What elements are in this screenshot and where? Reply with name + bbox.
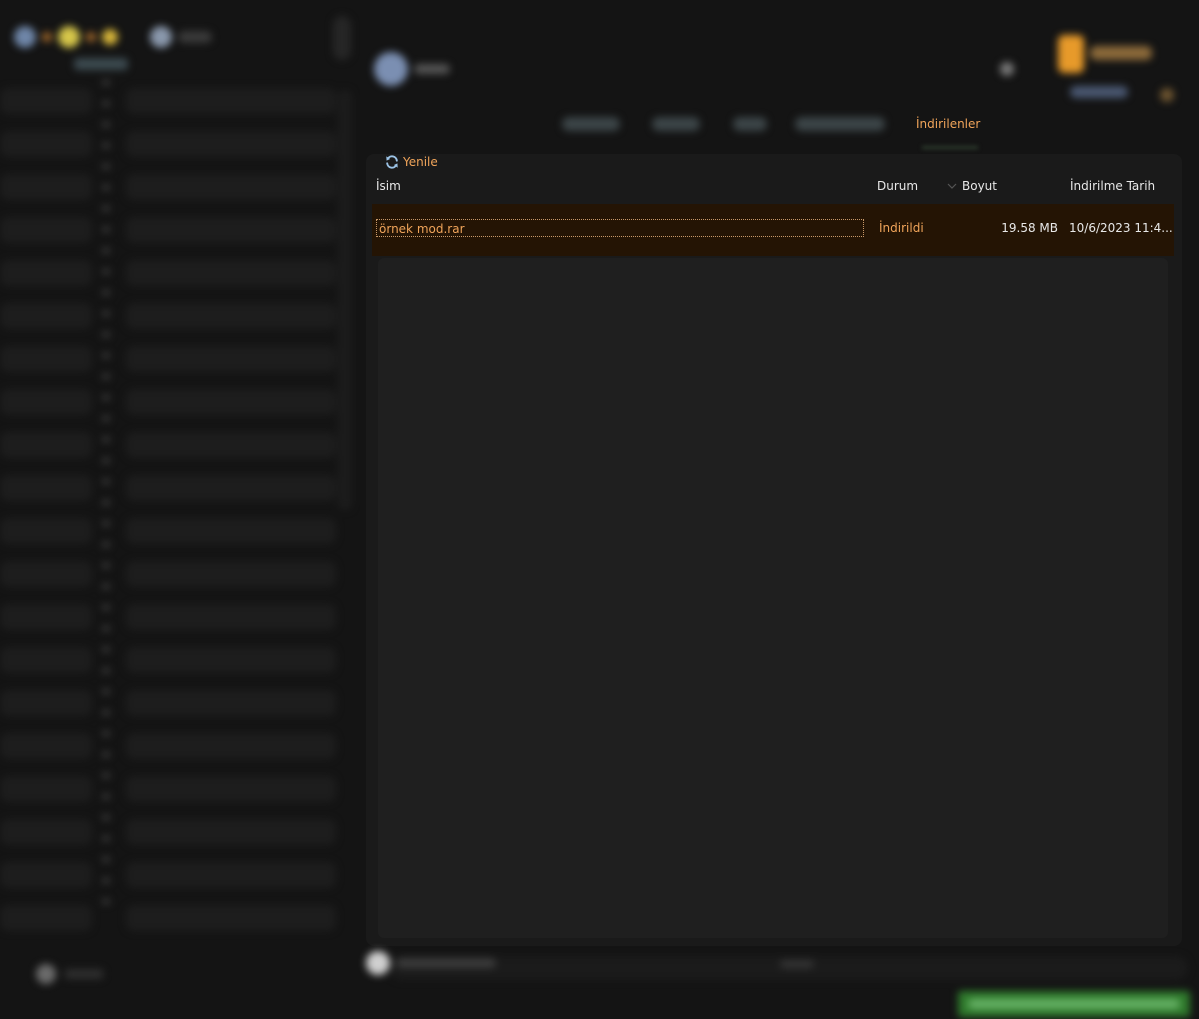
list-item[interactable]	[0, 725, 360, 768]
refresh-button[interactable]: Yenile	[385, 152, 438, 172]
list-item[interactable]	[0, 467, 360, 510]
toggle-icon[interactable]	[366, 951, 390, 975]
list-item[interactable]	[0, 252, 360, 295]
left-toolbar-icons[interactable]	[14, 22, 212, 52]
list-item[interactable]	[0, 424, 360, 467]
list-item[interactable]	[0, 596, 360, 639]
list-item[interactable]	[0, 295, 360, 338]
refresh-label: Yenile	[403, 155, 438, 169]
bottom-label	[396, 958, 496, 968]
list-item[interactable]	[0, 80, 360, 123]
add-icon[interactable]	[36, 964, 56, 984]
user-icon[interactable]	[150, 26, 172, 48]
profile-icon[interactable]	[14, 26, 36, 48]
list-item[interactable]	[0, 768, 360, 811]
avatar[interactable]	[374, 52, 408, 86]
flag-icon	[42, 32, 52, 42]
downloads-list-body	[378, 258, 1168, 938]
download-status: İndirildi	[879, 221, 924, 235]
left-panel	[0, 0, 360, 1019]
list-item[interactable]	[0, 209, 360, 252]
list-item[interactable]	[0, 682, 360, 725]
list-item[interactable]	[0, 510, 360, 553]
list-item[interactable]	[0, 123, 360, 166]
play-button-label[interactable]	[1090, 46, 1152, 60]
footer-label	[64, 969, 104, 979]
chevron-down-icon	[947, 183, 957, 189]
list-item[interactable]	[0, 338, 360, 381]
download-date: 10/6/2023 11:4...	[1069, 221, 1173, 235]
list-item[interactable]	[0, 381, 360, 424]
column-header-size[interactable]: Boyut	[962, 179, 997, 193]
column-header-status[interactable]: Durum	[877, 179, 918, 193]
tab-downloads[interactable]: İndirilenler	[906, 112, 990, 136]
mod-list	[0, 80, 360, 940]
list-item[interactable]	[0, 897, 360, 940]
secondary-link[interactable]	[1070, 86, 1128, 98]
username	[414, 64, 450, 74]
star-icon[interactable]	[58, 26, 80, 48]
list-item[interactable]	[0, 854, 360, 897]
list-item[interactable]	[0, 811, 360, 854]
scroll-handle[interactable]	[333, 16, 351, 60]
column-header-date[interactable]: İndirilme Tarih	[1070, 179, 1155, 193]
table-row[interactable]: örnek mod.rar İndirildi 19.58 MB 10/6/20…	[372, 204, 1174, 256]
tab-3[interactable]	[733, 117, 767, 131]
table-header: İsim Durum Boyut İndirilme Tarih	[372, 174, 1174, 200]
tab-1[interactable]	[562, 117, 620, 131]
column-header	[74, 58, 128, 70]
close-icon[interactable]	[1000, 62, 1014, 76]
list-item[interactable]	[0, 639, 360, 682]
left-footer[interactable]	[36, 964, 104, 984]
status-text	[968, 999, 1180, 1009]
index-column	[95, 80, 117, 960]
gear-icon[interactable]	[1160, 88, 1174, 102]
file-name[interactable]: örnek mod.rar	[376, 219, 864, 237]
active-tab-indicator	[922, 146, 978, 149]
bottom-mid-label	[780, 960, 814, 968]
tab-4[interactable]	[795, 117, 885, 131]
tab-2[interactable]	[652, 117, 700, 131]
downloads-table: İsim Durum Boyut İndirilme Tarih örnek m…	[372, 174, 1174, 256]
coin-icon[interactable]	[102, 29, 118, 45]
user-label	[178, 31, 212, 43]
list-item[interactable]	[0, 553, 360, 596]
column-header-name[interactable]: İsim	[376, 179, 401, 193]
play-icon[interactable]	[1058, 35, 1084, 73]
file-size: 19.58 MB	[1001, 221, 1058, 235]
list-item[interactable]	[0, 166, 360, 209]
refresh-icon	[386, 155, 398, 169]
flag-icon	[86, 32, 96, 42]
